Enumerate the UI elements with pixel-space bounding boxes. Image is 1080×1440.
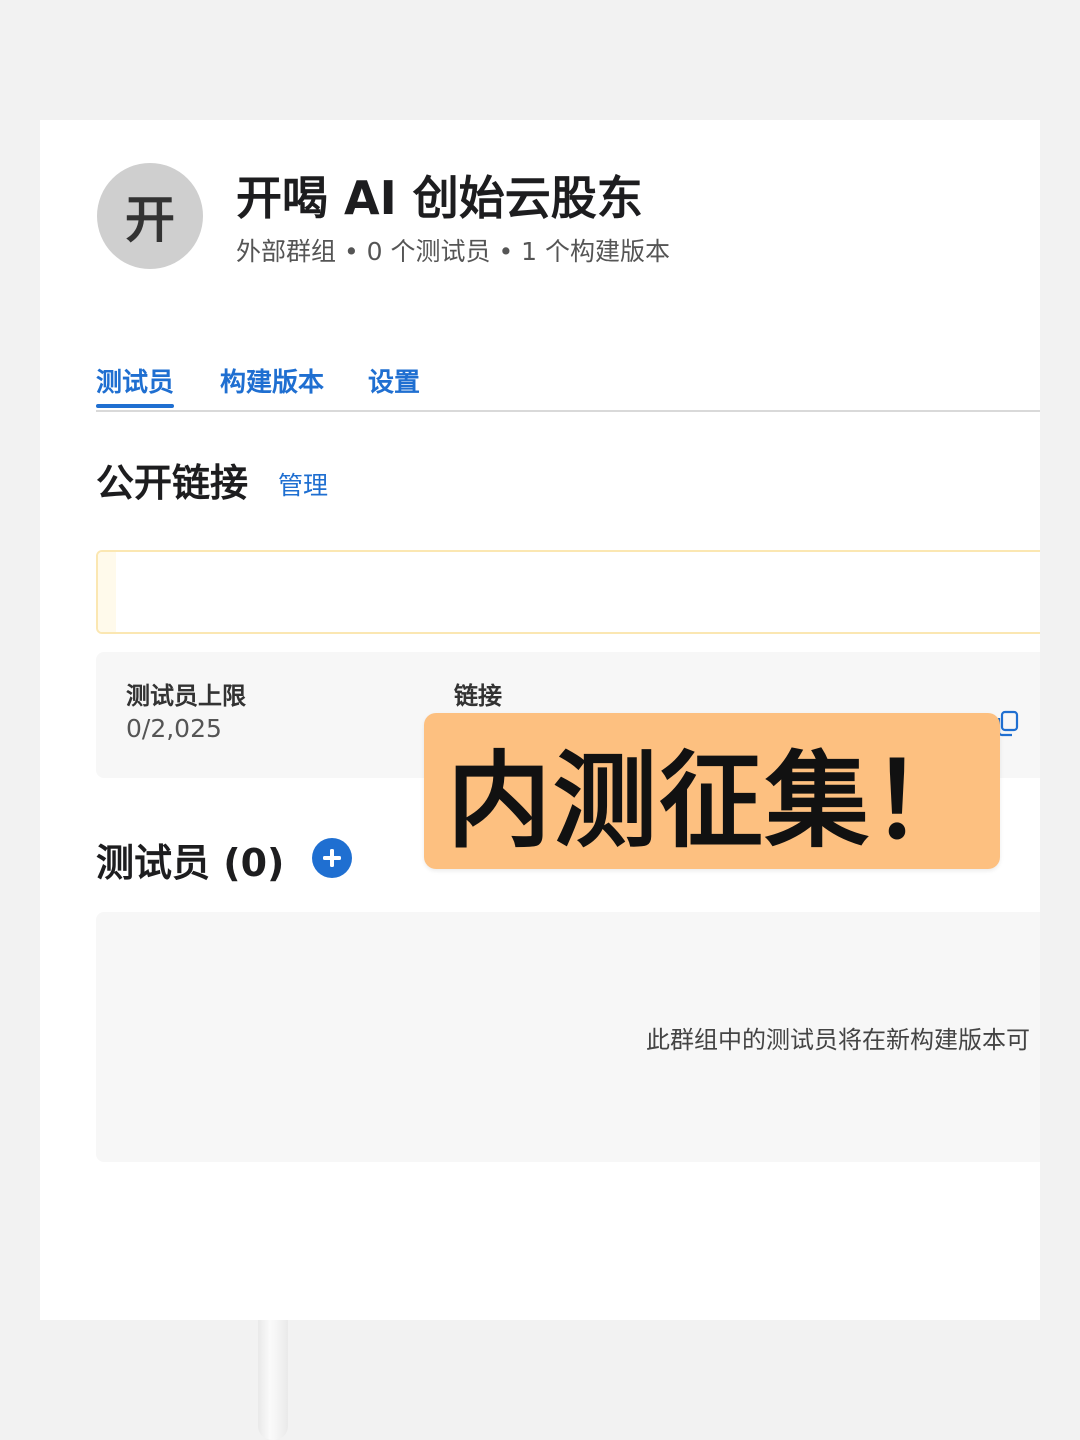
- empty-state-text: 此群组中的测试员将在新构建版本可: [646, 1026, 1030, 1054]
- tab-testers[interactable]: 测试员: [96, 362, 175, 408]
- avatar-letter: 开: [125, 191, 175, 249]
- manage-link[interactable]: 管理: [278, 466, 328, 502]
- group-title: 开喝 AI 创始云股东: [236, 171, 643, 225]
- group-meta: 外部群组 • 0 个测试员 • 1 个构建版本: [236, 237, 670, 266]
- tab-settings[interactable]: 设置: [368, 362, 420, 399]
- link-label: 链接: [454, 682, 502, 710]
- testers-empty-state: 此群组中的测试员将在新构建版本可: [96, 912, 1040, 1162]
- decorative-stem: [258, 1320, 288, 1440]
- tester-limit-value: 0/2,025: [126, 714, 222, 743]
- group-avatar: 开: [97, 163, 203, 269]
- add-tester-button[interactable]: [312, 838, 352, 878]
- banner-text: 内测征集！: [446, 739, 977, 862]
- recruitment-banner: 内测征集！: [424, 713, 1000, 869]
- tab-bar: 测试员 构建版本 设置: [96, 358, 1040, 412]
- tab-builds[interactable]: 构建版本: [220, 362, 324, 399]
- notice-banner: [96, 550, 1040, 634]
- tester-limit-label: 测试员上限: [126, 682, 246, 710]
- page: 开 开喝 AI 创始云股东 外部群组 • 0 个测试员 • 1 个构建版本 测试…: [0, 0, 1080, 1440]
- public-link-title: 公开链接: [96, 461, 249, 505]
- testers-title: 测试员 (0): [96, 841, 285, 885]
- plus-icon: [323, 849, 341, 867]
